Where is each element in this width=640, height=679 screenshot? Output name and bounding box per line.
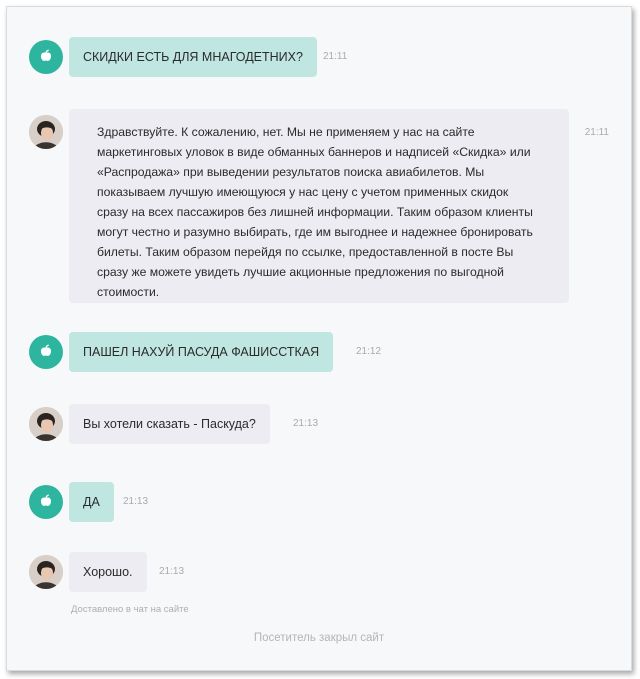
message-row: Здравствуйте. К сожалению, нет. Мы не пр…: [7, 109, 631, 303]
message-row: ДА 21:13: [7, 482, 631, 522]
message-row: СКИДКИ ЕСТЬ ДЛЯ МНАГОДЕТНИХ? 21:11: [7, 37, 631, 77]
agent-photo-avatar: [29, 407, 63, 441]
message-text: Вы хотели сказать - Паскуда?: [83, 417, 256, 431]
chat-window: СКИДКИ ЕСТЬ ДЛЯ МНАГОДЕТНИХ? 21:11 Здрав…: [6, 6, 632, 671]
agent-avatar: [29, 407, 63, 441]
visitor-avatar: [29, 485, 63, 519]
message-row: ПАШЕЛ НАХУЙ ПАСУДА ФАШИССТКАЯ 21:12: [7, 332, 631, 372]
apple-icon: [40, 344, 52, 356]
message-text: ДА: [83, 495, 100, 509]
message-text: Хорошо.: [83, 565, 133, 579]
message-bubble: Хорошо.: [69, 552, 147, 592]
delivery-status: Доставлено в чат на сайте: [71, 604, 189, 615]
agent-photo-avatar: [29, 555, 63, 589]
agent-avatar: [29, 555, 63, 589]
message-time: 21:12: [356, 346, 382, 357]
message-bubble: Здравствуйте. К сожалению, нет. Мы не пр…: [69, 109, 569, 303]
message-row: Хорошо. 21:13: [7, 552, 631, 592]
message-text: СКИДКИ ЕСТЬ ДЛЯ МНАГОДЕТНИХ?: [83, 50, 303, 64]
apple-icon: [40, 494, 52, 506]
visitor-avatar: [29, 335, 63, 369]
message-time: 21:11: [584, 127, 609, 138]
agent-photo-avatar: [29, 115, 63, 149]
agent-avatar: [29, 115, 63, 149]
message-bubble: ДА: [69, 482, 114, 522]
message-text: ПАШЕЛ НАХУЙ ПАСУДА ФАШИССТКАЯ: [83, 345, 320, 359]
visitor-left-notice: Посетитель закрыл сайт: [253, 632, 385, 644]
message-time: 21:13: [123, 496, 149, 507]
message-time: 21:13: [293, 418, 319, 429]
message-bubble: СКИДКИ ЕСТЬ ДЛЯ МНАГОДЕТНИХ?: [69, 37, 317, 77]
message-bubble: ПАШЕЛ НАХУЙ ПАСУДА ФАШИССТКАЯ: [69, 332, 334, 372]
apple-icon: [40, 49, 52, 61]
message-time: 21:13: [159, 566, 185, 577]
message-text: Здравствуйте. К сожалению, нет. Мы не пр…: [97, 125, 533, 299]
message-time: 21:11: [323, 51, 348, 62]
message-bubble: Вы хотели сказать - Паскуда?: [69, 404, 270, 444]
message-row: Вы хотели сказать - Паскуда? 21:13: [7, 404, 631, 444]
visitor-avatar: [29, 40, 63, 74]
